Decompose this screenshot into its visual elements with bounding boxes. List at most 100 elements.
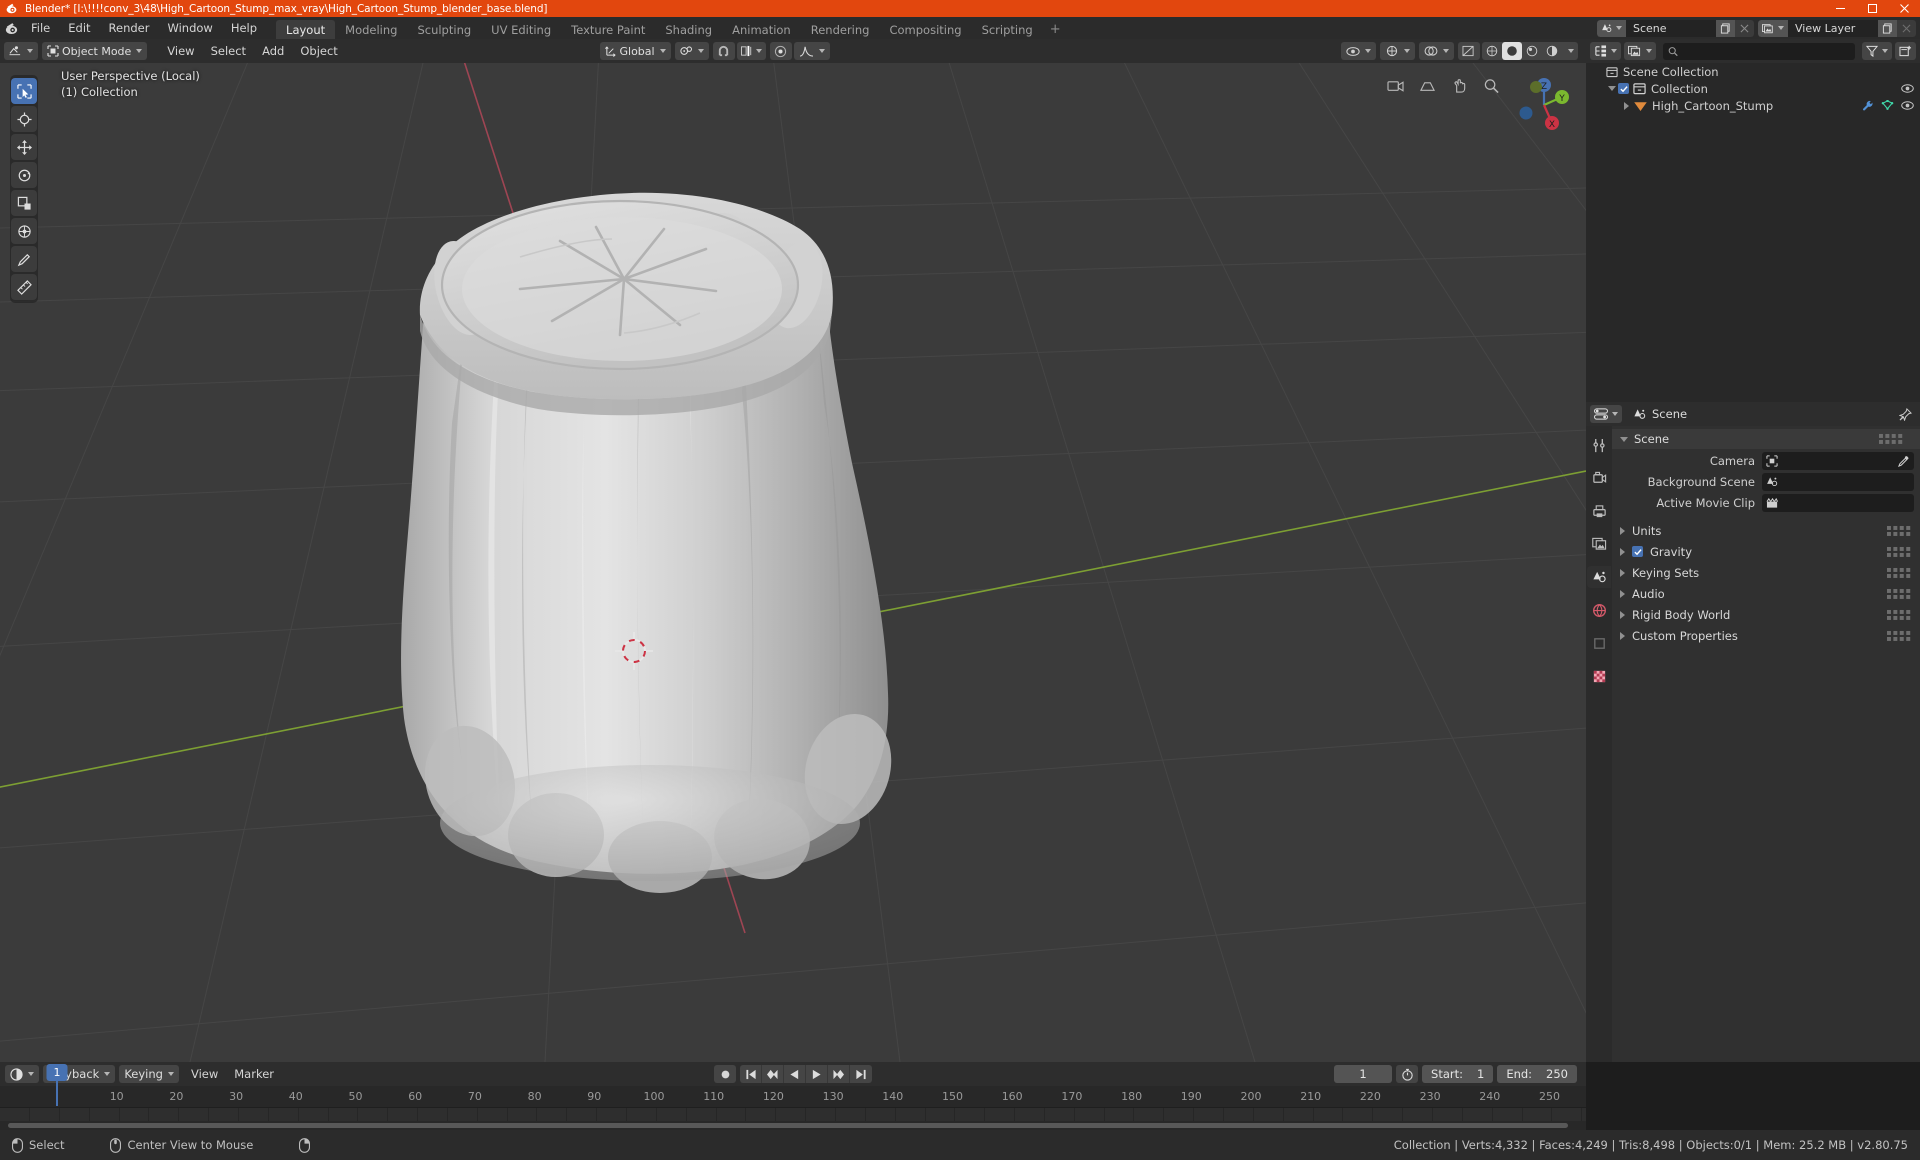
pivot-point-selector[interactable] <box>674 42 709 60</box>
workspace-tab-scripting[interactable]: Scripting <box>972 20 1043 39</box>
workspace-tab-uv-editing[interactable]: UV Editing <box>481 20 561 39</box>
mesh-data-icon[interactable] <box>1881 99 1894 112</box>
collection-visibility-eye-icon[interactable] <box>1901 83 1914 94</box>
editor-type-selector[interactable] <box>4 42 38 60</box>
shading-solid-icon[interactable] <box>1501 42 1522 60</box>
section-expander[interactable] <box>1620 589 1625 598</box>
properties-editor[interactable]: Scene Scene ▪▪▪▪ ▪▪▪▪ Camera Background … <box>1586 402 1920 1062</box>
view-layer-icon[interactable] <box>1758 19 1788 37</box>
outliner-display-mode-selector[interactable] <box>1624 42 1656 60</box>
remove-viewlayer-button[interactable] <box>1897 19 1916 37</box>
outliner-editor-type-selector[interactable] <box>1590 42 1621 60</box>
section-keying-sets[interactable]: Keying Sets ▪▪▪▪ ▪▪▪▪ <box>1612 562 1920 583</box>
move-tool[interactable] <box>11 134 37 160</box>
timeline-menu-keying[interactable]: Keying <box>119 1065 179 1083</box>
shading-mode-group[interactable] <box>1481 42 1578 60</box>
close-icon[interactable] <box>1888 0 1920 17</box>
timeline-horizontal-scrollbar[interactable] <box>0 1121 1586 1130</box>
collection-checkbox[interactable] <box>1618 83 1629 94</box>
viewport-menu-add[interactable]: Add <box>254 42 292 60</box>
outliner-row-object[interactable]: High_Cartoon_Stump <box>1586 97 1920 114</box>
active-movie-clip-field[interactable] <box>1762 494 1914 512</box>
camera-eyedropper-icon[interactable] <box>1898 455 1910 467</box>
section-audio[interactable]: Audio ▪▪▪▪ ▪▪▪▪ <box>1612 583 1920 604</box>
camera-field[interactable] <box>1762 452 1914 470</box>
measure-tool[interactable] <box>11 274 37 300</box>
end-frame-field[interactable]: End: 250 <box>1497 1065 1577 1083</box>
scene-panel-header[interactable]: Scene ▪▪▪▪ ▪▪▪▪ <box>1612 429 1920 449</box>
section-gravity[interactable]: Gravity ▪▪▪▪ ▪▪▪▪ <box>1612 541 1920 562</box>
outliner-editor[interactable]: Scene Collection Collection High_Cartoon… <box>1586 39 1920 402</box>
timeline-ruler[interactable]: 10 20 30 40 50 60 70 80 90 100 110 120 130 140 150 160 1… <box>0 1086 1586 1108</box>
outliner-search-input[interactable] <box>1682 44 1850 58</box>
view-layer-selector[interactable]: View Layer <box>1758 19 1916 37</box>
viewport-menu-select[interactable]: Select <box>203 42 254 60</box>
scene-tab[interactable] <box>1587 566 1611 588</box>
panel-expander[interactable] <box>1620 436 1628 442</box>
3d-viewport[interactable]: User Perspective (Local) (1) Collection <box>0 63 1586 1062</box>
transform-tool[interactable] <box>11 218 37 244</box>
shading-wireframe-icon[interactable] <box>1482 42 1502 60</box>
outliner-row-collection[interactable]: Collection <box>1586 80 1920 97</box>
current-frame-field[interactable]: 1 <box>1334 1065 1393 1083</box>
start-frame-field[interactable]: Start: 1 <box>1422 1065 1494 1083</box>
jump-end-icon[interactable] <box>850 1065 872 1083</box>
object-visibility-eye-icon[interactable] <box>1901 100 1914 111</box>
section-expander[interactable] <box>1620 568 1625 577</box>
visibility-selector[interactable] <box>1340 42 1376 60</box>
section-units[interactable]: Units ▪▪▪▪ ▪▪▪▪ <box>1612 520 1920 541</box>
proportional-falloff-selector[interactable] <box>793 42 830 60</box>
play-icon[interactable] <box>806 1065 828 1083</box>
menu-window[interactable]: Window <box>158 17 221 39</box>
expander-right[interactable] <box>1620 101 1632 110</box>
minimize-icon[interactable] <box>1824 0 1856 17</box>
proportional-editing-icon[interactable] <box>769 42 792 60</box>
jump-start-icon[interactable] <box>740 1065 762 1083</box>
workspace-tab-rendering[interactable]: Rendering <box>801 20 880 39</box>
snap-target-icon[interactable] <box>737 42 766 60</box>
new-viewlayer-icon[interactable] <box>1878 19 1897 37</box>
object-tab[interactable] <box>1587 632 1611 654</box>
modifier-wrench-icon[interactable] <box>1862 100 1874 112</box>
workspace-tab-compositing[interactable]: Compositing <box>879 20 971 39</box>
toggle-camera-icon[interactable] <box>1382 73 1408 99</box>
scene-icon[interactable] <box>1597 19 1626 37</box>
shading-material-preview-icon[interactable] <box>1522 42 1542 60</box>
section-expander[interactable] <box>1620 526 1625 535</box>
annotate-tool[interactable] <box>11 246 37 272</box>
render-tab[interactable] <box>1587 467 1611 489</box>
viewport-menu-view[interactable]: View <box>159 42 202 60</box>
section-rigid-body-world[interactable]: Rigid Body World ▪▪▪▪ ▪▪▪▪ <box>1612 604 1920 625</box>
record-icon[interactable] <box>714 1065 736 1083</box>
background-scene-field[interactable] <box>1762 473 1914 491</box>
workspace-tab-modeling[interactable]: Modeling <box>335 20 407 39</box>
outliner-search-box[interactable] <box>1663 42 1855 60</box>
menu-help[interactable]: Help <box>222 17 266 39</box>
workspace-tab-animation[interactable]: Animation <box>722 20 801 39</box>
outliner-row-scene-collection[interactable]: Scene Collection <box>1586 63 1920 80</box>
gizmo-selector[interactable] <box>1379 42 1415 60</box>
axis-navigation-gizmo[interactable]: Z Y X <box>1512 73 1576 137</box>
section-expander[interactable] <box>1620 631 1625 640</box>
prev-keyframe-icon[interactable] <box>762 1065 784 1083</box>
next-keyframe-icon[interactable] <box>828 1065 850 1083</box>
viewport-canvas[interactable] <box>0 63 1586 1062</box>
menu-file[interactable]: File <box>22 17 59 39</box>
timeline-editor[interactable]: Playback Keying View Marker 1 Start: 1 E… <box>0 1062 1586 1130</box>
move-view-icon[interactable] <box>1446 73 1472 99</box>
maximize-icon[interactable] <box>1856 0 1888 17</box>
snap-magnet-icon[interactable] <box>712 42 735 60</box>
transform-orientation-selector[interactable]: Global <box>599 42 671 60</box>
zoom-view-icon[interactable] <box>1478 73 1504 99</box>
stopwatch-icon[interactable] <box>1396 1065 1419 1083</box>
shading-options-caret[interactable] <box>1562 42 1578 60</box>
workspace-tab-shading[interactable]: Shading <box>655 20 722 39</box>
toggle-perspective-icon[interactable] <box>1414 73 1440 99</box>
tool-tab[interactable] <box>1587 434 1611 456</box>
workspace-tab-texture-paint[interactable]: Texture Paint <box>561 20 655 39</box>
add-workspace-button[interactable]: + <box>1043 20 1068 39</box>
cursor-tool[interactable] <box>11 106 37 132</box>
pin-icon[interactable] <box>1899 407 1912 421</box>
new-collection-button[interactable] <box>1895 42 1916 60</box>
texture-tab[interactable] <box>1587 665 1611 687</box>
